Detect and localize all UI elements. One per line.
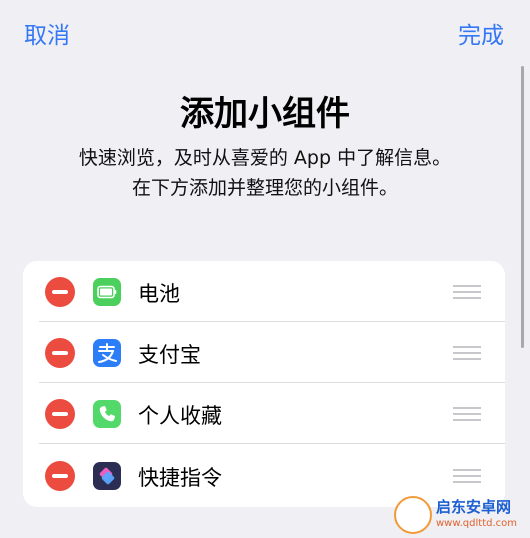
watermark-url: www.qdlttd.com (436, 518, 517, 529)
alipay-icon (93, 339, 121, 367)
widget-label-shortcuts: 快捷指令 (138, 466, 222, 490)
phone-icon (93, 400, 121, 428)
remove-favorites-button[interactable] (45, 399, 75, 429)
watermark-emblem-icon (394, 496, 432, 534)
widget-list: 电池 支付宝 个人收藏 快捷指令 (23, 261, 505, 507)
shortcuts-icon (93, 462, 121, 490)
subtitle-line-1: 快速浏览，及时从喜爱的 App 中了解信息。 (78, 147, 452, 169)
done-button[interactable]: 完成 (458, 16, 504, 50)
widget-label-favorites: 个人收藏 (138, 404, 222, 428)
widget-row-battery: 电池 (23, 261, 505, 322)
widget-label-alipay: 支付宝 (138, 343, 201, 367)
watermark-title: 启东安卓网 (436, 498, 512, 516)
page-title: 添加小组件 (180, 94, 350, 134)
remove-alipay-button[interactable] (45, 338, 75, 368)
reorder-handle-alipay[interactable] (453, 346, 481, 360)
widget-row-favorites: 个人收藏 (23, 383, 505, 444)
reorder-handle-shortcuts[interactable] (453, 469, 481, 483)
reorder-handle-favorites[interactable] (453, 407, 481, 421)
reorder-handle-battery[interactable] (453, 285, 481, 299)
cancel-button[interactable]: 取消 (24, 16, 70, 50)
watermark-logo: 启东安卓网 www.qdlttd.com (390, 490, 530, 538)
subtitle-line-2: 在下方添加并整理您的小组件。 (131, 177, 398, 199)
remove-battery-button[interactable] (45, 277, 75, 307)
widget-row-alipay: 支付宝 (23, 322, 505, 383)
remove-shortcuts-button[interactable] (45, 461, 75, 491)
battery-icon (93, 278, 121, 306)
widget-label-battery: 电池 (138, 282, 180, 306)
row-divider (39, 443, 505, 444)
